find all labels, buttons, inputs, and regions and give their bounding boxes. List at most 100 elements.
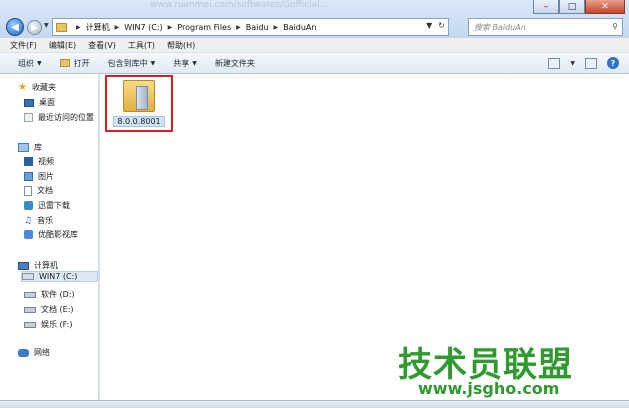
search-placeholder: 搜索 BaiduAn (474, 22, 526, 32)
breadcrumb-program-files[interactable]: Program Files (177, 23, 231, 32)
nav-desktop-label: 桌面 (39, 98, 55, 107)
chevron-right-icon[interactable]: ▶ (274, 24, 279, 31)
nav-favorites[interactable]: ★ 收藏夹 (18, 82, 56, 93)
share-button[interactable]: 共享 ▼ (173, 58, 197, 69)
breadcrumb-baidu[interactable]: Baidu (246, 23, 269, 32)
nav-documents-label: 文档 (37, 186, 53, 195)
details-pane (0, 400, 629, 408)
nav-youku-label: 优酷影视库 (38, 230, 78, 239)
network-icon (18, 348, 29, 357)
chevron-right-icon[interactable]: ▶ (76, 24, 81, 31)
view-dropdown-icon[interactable]: ▼ (570, 60, 575, 67)
chevron-right-icon[interactable]: ▶ (168, 24, 173, 31)
menu-edit[interactable]: 编辑(E) (49, 40, 76, 51)
desktop-icon (24, 98, 34, 107)
folder-item[interactable]: 8.0.0.8001 (105, 75, 173, 132)
address-actions: ▼ ↻ (426, 21, 445, 30)
hard-drive-icon (24, 321, 36, 328)
nav-video-label: 视频 (38, 157, 54, 166)
breadcrumb-drive-c[interactable]: WIN7 (C:) (124, 23, 162, 32)
nav-recent-places[interactable]: 最近访问的位置 (24, 112, 94, 123)
maximize-button[interactable]: □ (559, 0, 585, 14)
nav-drive-e[interactable]: 文档 (E:) (24, 304, 74, 315)
nav-drive-c[interactable]: WIN7 (C:) (21, 271, 99, 282)
arrow-left-icon: ◀ (11, 21, 19, 33)
back-button[interactable]: ◀ (6, 18, 24, 36)
document-icon (24, 185, 32, 196)
title-bar: www.ruanmei.com/softwares/Gofficial... –… (0, 0, 629, 38)
nav-recent-label: 最近访问的位置 (38, 113, 94, 122)
nav-network[interactable]: 网络 (18, 347, 50, 358)
file-list[interactable]: 8.0.0.8001 技术员联盟 www.jsgho.com (100, 74, 629, 400)
video-icon (24, 157, 33, 166)
nav-desktop[interactable]: 桌面 (24, 97, 55, 108)
nav-music[interactable]: ♫ 音乐 (24, 215, 53, 226)
nav-favorites-label: 收藏夹 (31, 83, 56, 92)
breadcrumb-baiduan[interactable]: BaiduAn (283, 23, 316, 32)
new-folder-label: 新建文件夹 (214, 58, 255, 68)
breadcrumb-computer[interactable]: 计算机 (86, 22, 110, 33)
chevron-down-icon: ▼ (150, 59, 156, 67)
search-input[interactable]: 搜索 BaiduAn ⚲ (468, 18, 623, 36)
preview-pane-icon[interactable] (585, 57, 597, 69)
nav-drive-d[interactable]: 软件 (D:) (24, 289, 75, 300)
minimize-button[interactable]: – (533, 0, 559, 14)
folder-icon (56, 22, 67, 32)
address-bar[interactable]: ▶ 计算机 ▶ WIN7 (C:) ▶ Program Files ▶ Baid… (52, 18, 449, 36)
window-controls: – □ ✕ (533, 0, 625, 14)
new-folder-button[interactable]: 新建文件夹 (215, 58, 255, 69)
computer-icon (18, 261, 29, 270)
folder-open-icon (59, 59, 70, 67)
organize-button[interactable]: 组织 ▼ (18, 58, 42, 69)
download-icon (24, 201, 33, 210)
nav-drive-d-label: 软件 (D:) (41, 290, 75, 299)
nav-computer[interactable]: 计算机 (18, 260, 58, 271)
nav-music-label: 音乐 (37, 216, 54, 225)
nav-documents[interactable]: 文档 (24, 185, 53, 196)
nav-thunder-downloads[interactable]: 迅雷下载 (24, 200, 70, 211)
forward-button[interactable]: ▶ (27, 20, 42, 35)
change-view-icon[interactable] (548, 57, 561, 69)
nav-libraries-label: 库 (34, 143, 42, 152)
open-label: 打开 (73, 58, 90, 68)
search-icon[interactable]: ⚲ (612, 22, 618, 31)
arrow-right-icon: ▶ (31, 23, 38, 32)
include-in-library-button[interactable]: 包含到库中 ▼ (108, 58, 156, 69)
folder-name: 8.0.0.8001 (113, 116, 165, 127)
menu-help[interactable]: 帮助(H) (167, 40, 195, 51)
library-icon (18, 143, 29, 152)
close-button[interactable]: ✕ (585, 0, 625, 14)
youku-icon (24, 230, 33, 239)
window-title-watermark: www.ruanmei.com/softwares/Gofficial... (150, 0, 329, 10)
help-icon[interactable]: ? (607, 57, 619, 69)
nav-computer-label: 计算机 (34, 261, 58, 270)
recent-places-icon (24, 113, 33, 122)
star-icon: ★ (18, 82, 27, 93)
nav-drive-f[interactable]: 娱乐 (F:) (24, 319, 72, 330)
menu-view[interactable]: 查看(V) (88, 40, 116, 51)
nav-pictures[interactable]: 图片 (24, 171, 54, 182)
open-button[interactable]: 打开 (59, 58, 90, 69)
organize-label: 组织 (18, 58, 34, 68)
menu-bar: 文件(F) 编辑(E) 查看(V) 工具(T) 帮助(H) (0, 38, 629, 53)
breadcrumb: ▶ 计算机 ▶ WIN7 (C:) ▶ Program Files ▶ Baid… (71, 22, 316, 33)
address-dropdown-icon[interactable]: ▼ (426, 21, 432, 30)
chevron-down-icon: ▼ (37, 59, 42, 67)
nav-drive-f-label: 娱乐 (F:) (41, 320, 73, 329)
menu-file[interactable]: 文件(F) (10, 40, 37, 51)
menu-tools[interactable]: 工具(T) (128, 40, 155, 51)
nav-network-label: 网络 (34, 348, 50, 357)
hard-drive-icon (22, 273, 34, 280)
nav-video[interactable]: 视频 (24, 156, 54, 167)
recent-pages-dropdown[interactable]: ▼ (44, 22, 49, 29)
folder-icon (123, 80, 155, 112)
nav-drive-e-label: 文档 (E:) (41, 305, 74, 314)
music-note-icon: ♫ (24, 215, 33, 226)
nav-youku-library[interactable]: 优酷影视库 (24, 229, 78, 240)
include-library-label: 包含到库中 (107, 58, 148, 68)
nav-libraries[interactable]: 库 (18, 142, 42, 153)
chevron-right-icon[interactable]: ▶ (236, 24, 241, 31)
navigation-pane: ★ 收藏夹 桌面 最近访问的位置 库 视频 图片 文档 迅雷下载 ♫ 音乐 优酷… (0, 74, 99, 400)
chevron-right-icon[interactable]: ▶ (115, 24, 120, 31)
refresh-icon[interactable]: ↻ (438, 21, 445, 30)
